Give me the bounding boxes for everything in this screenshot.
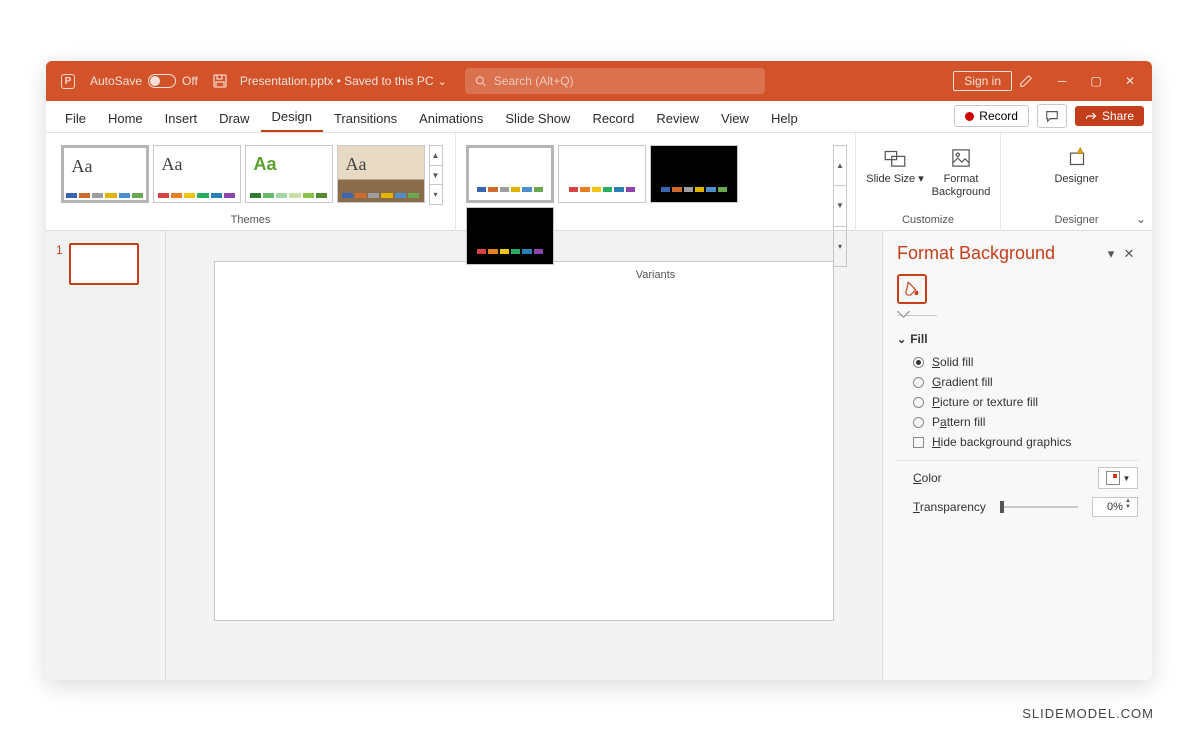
pattern-fill-label: ttern fill — [947, 415, 986, 429]
ribbon-tabs: File Home Insert Draw Design Transitions… — [46, 101, 1152, 133]
pen-icon[interactable] — [1016, 71, 1036, 91]
title-bar: P AutoSave Off Presentation.pptx • Saved… — [46, 61, 1152, 101]
slide-number: 1 — [56, 243, 63, 668]
transparency-slider[interactable] — [1000, 506, 1078, 508]
panel-close-icon[interactable]: ✕ — [1120, 246, 1138, 262]
tab-insert[interactable]: Insert — [154, 105, 209, 132]
autosave-toggle[interactable]: AutoSave Off — [90, 74, 198, 88]
tab-animations[interactable]: Animations — [408, 105, 494, 132]
slide-size-label: Slide Size — [866, 173, 915, 185]
themes-group-label: Themes — [231, 212, 271, 228]
slides-panel: 1 — [46, 231, 166, 680]
designer-icon — [1064, 145, 1090, 171]
search-input[interactable] — [494, 74, 755, 88]
gradient-fill-label: radient fill — [941, 375, 992, 389]
radio-solid-fill[interactable]: Solid fill — [897, 352, 1138, 372]
comments-button[interactable] — [1037, 104, 1067, 128]
window-minimize-icon[interactable]: ─ — [1048, 69, 1076, 93]
transparency-label: ransparency — [920, 500, 986, 514]
work-area: 1 Format Background ▾ ✕ Fill Solid fill … — [46, 231, 1152, 680]
slide-size-button[interactable]: Slide Size ▾ — [862, 139, 928, 198]
search-icon — [475, 75, 486, 87]
document-title[interactable]: Presentation.pptx • Saved to this PC — [240, 74, 447, 88]
ribbon: AaAaAaAa ▲▼▾ Themes ▲▼▾ Variants Slide S… — [46, 133, 1152, 231]
variants-group-label: Variants — [636, 267, 676, 283]
window-close-icon[interactable]: ✕ — [1116, 69, 1144, 93]
slide-thumbnail-1[interactable] — [69, 243, 139, 285]
designer-label: Designer — [1054, 173, 1098, 186]
tab-transitions[interactable]: Transitions — [323, 105, 408, 132]
designer-group-label: Designer — [1054, 212, 1098, 228]
fill-section-header[interactable]: Fill — [897, 332, 1138, 346]
panel-options-icon[interactable]: ▾ — [1102, 246, 1120, 262]
color-picker[interactable]: ▼ — [1098, 467, 1138, 489]
transparency-value-text: 0% — [1107, 501, 1123, 513]
share-icon — [1085, 110, 1097, 122]
theme-option-1[interactable]: Aa — [61, 145, 149, 203]
solid-fill-label: olid fill — [940, 355, 973, 369]
record-label: Record — [979, 109, 1018, 123]
autosave-state: Off — [182, 74, 198, 88]
app-window: P AutoSave Off Presentation.pptx • Saved… — [46, 61, 1152, 680]
designer-button[interactable]: Designer — [1044, 139, 1110, 186]
slide-canvas[interactable] — [214, 261, 834, 621]
fill-category-icon[interactable] — [897, 274, 927, 304]
radio-pattern-fill[interactable]: Pattern fill — [897, 412, 1138, 432]
tab-slide-show[interactable]: Slide Show — [494, 105, 581, 132]
tab-record[interactable]: Record — [581, 105, 645, 132]
share-button[interactable]: Share — [1075, 106, 1144, 126]
check-hide-bg-graphics[interactable]: Hide background graphics — [897, 432, 1138, 452]
tab-view[interactable]: View — [710, 105, 760, 132]
slide-size-icon — [882, 145, 908, 171]
search-box[interactable] — [465, 68, 765, 94]
window-restore-icon[interactable]: ▢ — [1082, 69, 1110, 93]
fill-section-label: Fill — [910, 332, 927, 346]
variant-option-1[interactable] — [466, 145, 554, 203]
tab-draw[interactable]: Draw — [208, 105, 260, 132]
record-button[interactable]: Record — [954, 105, 1029, 127]
paint-bucket-icon — [1106, 471, 1120, 485]
canvas-area[interactable] — [166, 231, 882, 680]
themes-gallery: AaAaAaAa — [57, 139, 429, 205]
theme-option-2[interactable]: Aa — [153, 145, 241, 203]
sign-in-button[interactable]: Sign in — [953, 71, 1012, 91]
variants-gallery-expand[interactable]: ▲▼▾ — [833, 145, 847, 267]
ribbon-collapse-icon[interactable]: ⌄ — [1136, 212, 1146, 226]
tab-help[interactable]: Help — [760, 105, 809, 132]
transparency-value[interactable]: 0%▲▼ — [1092, 497, 1138, 517]
hide-bg-label: ide background graphics — [941, 435, 1072, 449]
format-background-panel: Format Background ▾ ✕ Fill Solid fill Gr… — [882, 231, 1152, 680]
share-label: Share — [1102, 109, 1134, 123]
variants-gallery — [462, 139, 833, 267]
picture-fill-label: icture or texture fill — [940, 395, 1038, 409]
themes-gallery-expand[interactable]: ▲▼▾ — [429, 145, 443, 205]
customize-group-label: Customize — [902, 212, 954, 228]
tab-file[interactable]: File — [54, 105, 97, 132]
comment-icon — [1045, 109, 1059, 123]
variant-option-2[interactable] — [558, 145, 646, 203]
variant-option-4[interactable] — [466, 207, 554, 265]
theme-option-3[interactable]: Aa — [245, 145, 333, 203]
tab-review[interactable]: Review — [645, 105, 710, 132]
powerpoint-logo-icon: P — [58, 71, 78, 91]
record-dot-icon — [965, 112, 974, 121]
radio-gradient-fill[interactable]: Gradient fill — [897, 372, 1138, 392]
format-background-label: Format Background — [928, 173, 994, 198]
save-icon[interactable] — [210, 71, 230, 91]
variant-option-3[interactable] — [650, 145, 738, 203]
format-background-icon — [948, 145, 974, 171]
color-label: olor — [922, 471, 942, 485]
radio-picture-fill[interactable]: Picture or texture fill — [897, 392, 1138, 412]
autosave-label: AutoSave — [90, 74, 142, 88]
tab-design[interactable]: Design — [261, 103, 323, 132]
tab-home[interactable]: Home — [97, 105, 154, 132]
format-background-button[interactable]: Format Background — [928, 139, 994, 198]
theme-option-4[interactable]: Aa — [337, 145, 425, 203]
watermark: SLIDEMODEL.COM — [1022, 706, 1154, 721]
panel-title: Format Background — [897, 243, 1102, 264]
